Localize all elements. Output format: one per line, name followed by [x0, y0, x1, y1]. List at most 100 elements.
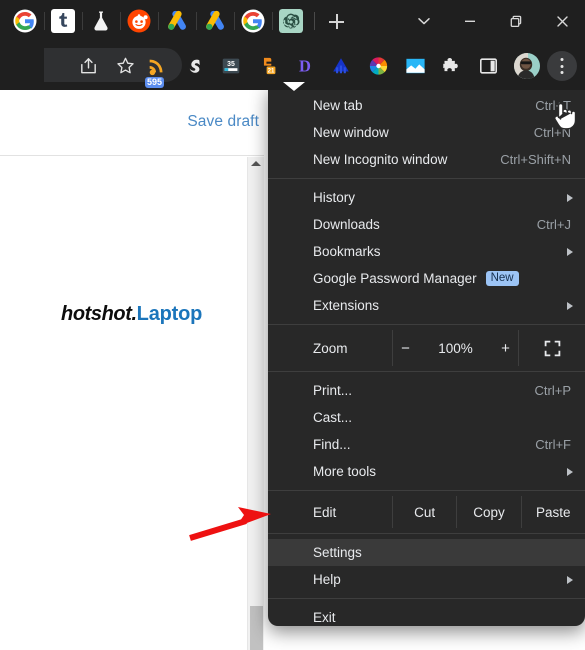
restore-button[interactable] [493, 0, 539, 42]
menu-item-extensions[interactable]: Extensions [268, 292, 585, 319]
menu-item-find[interactable]: Find... Ctrl+F [268, 431, 585, 458]
image-extension-button[interactable] [404, 55, 427, 78]
tab-google-ads-2[interactable] [196, 0, 234, 42]
menu-item-new-tab[interactable]: New tab Ctrl+T [268, 92, 585, 119]
bookmark-button[interactable] [115, 56, 136, 77]
extensions-button[interactable] [441, 56, 462, 77]
page-header-bar: Save draft [0, 90, 265, 156]
rss-badge: 595 [145, 77, 165, 88]
tab-reddit[interactable] [120, 0, 158, 42]
tab-google[interactable] [6, 0, 44, 42]
tab-search-button[interactable] [401, 0, 447, 42]
menu-item-accelerator: Ctrl+N [533, 125, 571, 140]
cut-button[interactable]: Cut [393, 496, 456, 528]
rss-extension-button[interactable]: 595 [145, 55, 168, 88]
svg-text:35: 35 [227, 61, 235, 68]
side-panel-button[interactable] [478, 56, 499, 77]
window-controls [401, 0, 585, 42]
scrollbar-thumb[interactable] [250, 606, 263, 650]
tab-openai[interactable] [272, 0, 310, 42]
close-icon [556, 15, 568, 27]
side-panel-icon [480, 58, 497, 74]
tab-lab[interactable] [82, 0, 120, 42]
menu-item-label: Print... [313, 383, 353, 398]
close-button[interactable] [539, 0, 585, 42]
zoom-out-button[interactable]: − [397, 340, 415, 357]
menu-item-new-window[interactable]: New window Ctrl+N [268, 119, 585, 146]
minimize-button[interactable] [447, 0, 493, 42]
tab-strip [0, 0, 585, 42]
share-icon [81, 58, 96, 74]
tab-tumblr[interactable] [44, 0, 82, 42]
analytics-extension-button[interactable] [330, 55, 352, 77]
page-scrollbar[interactable] [247, 157, 264, 650]
paste-button[interactable]: Paste [522, 496, 585, 528]
menu-separator [268, 490, 585, 491]
svg-text:21: 21 [268, 69, 275, 75]
menu-item-help[interactable]: Help [268, 566, 585, 593]
site-logo: hotshot.Laptop [61, 303, 202, 326]
menu-item-accelerator: Ctrl+J [536, 217, 571, 232]
page-right-edge [264, 90, 266, 650]
metrics-extension-button[interactable]: 35 [220, 55, 242, 77]
similarweb-extension-button[interactable] [184, 55, 206, 77]
copy-button[interactable]: Copy [457, 496, 520, 528]
menu-item-print[interactable]: Print... Ctrl+P [268, 377, 585, 404]
triangle-blue-icon [333, 58, 349, 74]
google-icon [13, 9, 37, 33]
menu-item-google-password-manager[interactable]: Google Password Manager New [268, 265, 585, 292]
d-extension-button[interactable]: D [294, 55, 316, 77]
meter-icon: 35 [222, 58, 240, 74]
new-badge: New [485, 271, 519, 286]
menu-item-label: History [313, 190, 356, 205]
menu-item-downloads[interactable]: Downloads Ctrl+J [268, 211, 585, 238]
seo-extension-button[interactable]: 21 [258, 55, 280, 77]
save-draft-link[interactable]: Save draft [187, 113, 259, 131]
profile-avatar-button[interactable] [514, 53, 540, 79]
scroll-up-arrow-icon[interactable] [251, 161, 261, 166]
menu-item-history[interactable]: History [268, 184, 585, 211]
tab-google-ads-1[interactable] [158, 0, 196, 42]
chrome-menu-button[interactable] [547, 51, 577, 81]
menu-separator [268, 371, 585, 372]
menu-item-label: More tools [313, 464, 377, 479]
menu-item-settings[interactable]: Settings [268, 539, 585, 566]
three-dot-menu-icon-dot2 [560, 64, 564, 68]
chevron-down-icon [418, 18, 430, 25]
puzzle-icon [443, 57, 458, 72]
menu-separator [268, 598, 585, 599]
menu-item-label: New window [313, 125, 389, 140]
tab-google-search[interactable] [234, 0, 272, 42]
fullscreen-button[interactable] [519, 330, 585, 366]
zoom-level-value: 100% [438, 340, 473, 356]
menu-item-cast[interactable]: Cast... [268, 404, 585, 431]
edit-label: Edit [313, 504, 337, 520]
chevron-right-icon [567, 247, 573, 256]
restore-icon [510, 15, 521, 27]
menu-item-label: Bookmarks [313, 244, 381, 259]
menu-item-label: New tab [313, 98, 363, 113]
menu-separator [268, 178, 585, 179]
chevron-right-icon [567, 193, 573, 202]
pinned-tabs [6, 0, 350, 42]
share-button[interactable] [78, 56, 99, 77]
colorwheel-extension-button[interactable] [367, 55, 390, 78]
reddit-icon [127, 9, 151, 33]
s-swirl-icon [189, 59, 200, 73]
avatar-icon [514, 53, 540, 79]
menu-item-label: Google Password Manager [313, 271, 477, 286]
menu-item-exit[interactable]: Exit [268, 604, 585, 626]
zoom-in-button[interactable]: + [497, 340, 515, 357]
menu-separator [268, 533, 585, 534]
rss-icon [149, 59, 163, 76]
menu-item-more-tools[interactable]: More tools [268, 458, 585, 485]
menu-item-label: Find... [313, 437, 351, 452]
new-tab-button[interactable] [322, 7, 350, 35]
menu-edit-row: Edit Cut Copy Paste [268, 496, 585, 528]
menu-item-bookmarks[interactable]: Bookmarks [268, 238, 585, 265]
menu-item-label: New Incognito window [313, 152, 448, 167]
menu-item-label: Settings [313, 545, 362, 560]
menu-item-label: Extensions [313, 298, 380, 313]
menu-item-new-incognito-window[interactable]: New Incognito window Ctrl+Shift+N [268, 146, 585, 173]
menu-pointer-tip [283, 82, 305, 91]
